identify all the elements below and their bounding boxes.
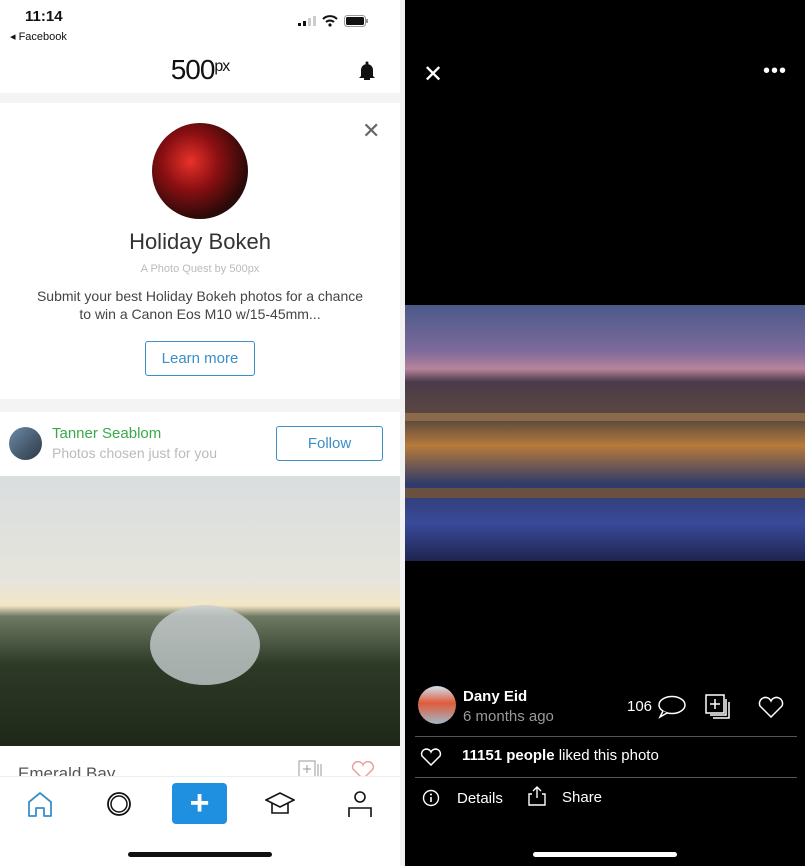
comment-count[interactable]: 106 xyxy=(627,698,652,715)
user-name[interactable]: Tanner Seablom xyxy=(52,425,161,442)
500px-logo: 500px xyxy=(0,54,400,86)
home-indicator xyxy=(128,852,272,857)
close-icon[interactable]: ✕ xyxy=(423,60,443,89)
tab-discover[interactable] xyxy=(99,784,139,824)
likes-count: 11151 people xyxy=(462,747,555,764)
heart-icon[interactable] xyxy=(420,748,442,766)
time-ago: 6 months ago xyxy=(463,708,554,725)
home-indicator xyxy=(533,852,677,857)
quest-description: Submit your best Holiday Bokeh photos fo… xyxy=(36,288,364,322)
graduation-cap-icon xyxy=(265,792,295,814)
viewer-photo[interactable] xyxy=(405,305,805,561)
avatar[interactable] xyxy=(9,427,42,460)
status-time: 11:14 xyxy=(25,8,63,25)
battery-icon xyxy=(344,15,368,27)
photo-viewer: ✕ ••• Dany Eid 6 months ago 106 11151 pe… xyxy=(405,0,805,866)
bridge xyxy=(405,488,805,498)
add-to-gallery-icon[interactable] xyxy=(705,694,731,720)
divider xyxy=(415,777,797,778)
close-icon[interactable]: ✕ xyxy=(362,118,380,144)
quest-subtitle: A Photo Quest by 500px xyxy=(140,263,260,275)
lens-icon xyxy=(107,792,131,816)
tab-learn[interactable] xyxy=(260,784,300,824)
logo-text: 500 xyxy=(170,54,216,85)
comment-icon[interactable] xyxy=(657,695,687,719)
back-label: Facebook xyxy=(18,31,67,43)
tab-profile[interactable] xyxy=(340,784,380,824)
learn-more-button[interactable]: Learn more xyxy=(145,341,255,376)
likes-text[interactable]: 11151 people liked this photo xyxy=(462,747,659,764)
divider xyxy=(415,736,797,737)
upload-button[interactable]: + xyxy=(172,783,227,824)
feed-screen: 11:14 ◂ Facebook 500px ✕ Holiday Bokeh A… xyxy=(0,0,400,866)
bell-icon[interactable] xyxy=(356,60,378,82)
back-to-facebook[interactable]: ◂ Facebook xyxy=(10,30,67,43)
more-icon[interactable]: ••• xyxy=(763,60,787,83)
wifi-icon xyxy=(322,15,338,27)
avatar[interactable] xyxy=(418,686,456,724)
person-icon xyxy=(348,791,372,817)
divider xyxy=(0,399,400,412)
quest-image[interactable] xyxy=(152,123,248,219)
info-icon[interactable] xyxy=(422,789,440,807)
divider xyxy=(0,93,400,103)
details-button[interactable]: Details xyxy=(457,790,503,807)
bridge xyxy=(405,413,805,421)
tab-home[interactable] xyxy=(20,784,60,824)
home-icon xyxy=(28,792,52,817)
share-icon[interactable] xyxy=(528,786,546,806)
lake xyxy=(150,605,260,685)
user-subtitle: Photos chosen just for you xyxy=(52,445,217,461)
likes-suffix: liked this photo xyxy=(554,747,659,764)
quest-title: Holiday Bokeh xyxy=(129,229,271,254)
status-icons xyxy=(298,15,368,27)
follow-button[interactable]: Follow xyxy=(276,426,383,461)
author-name[interactable]: Dany Eid xyxy=(463,688,527,705)
signal-icon xyxy=(298,16,316,26)
share-button[interactable]: Share xyxy=(562,789,602,806)
heart-icon[interactable] xyxy=(757,696,785,718)
logo-sup: px xyxy=(214,58,230,75)
